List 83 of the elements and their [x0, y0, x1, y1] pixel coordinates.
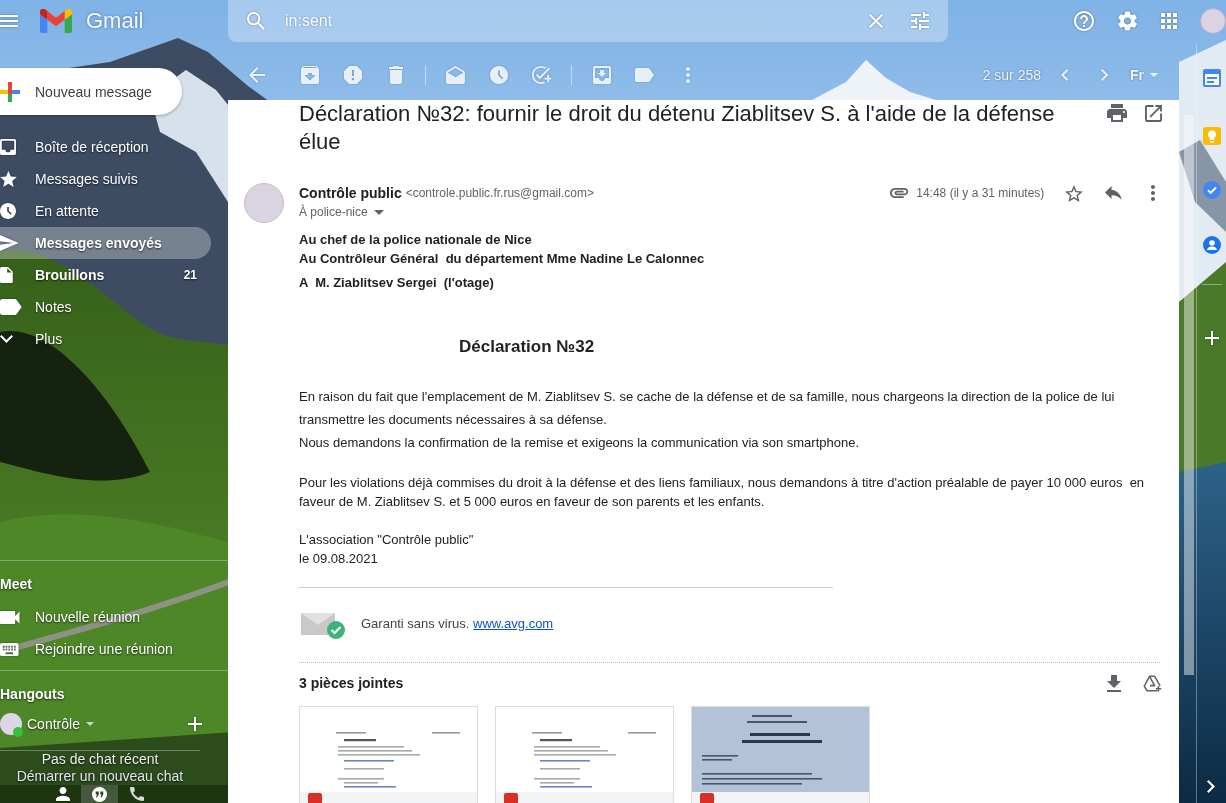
email-subject: Déclaration №32: fournir le droit du détenu Ziablitsev S. à l'aide de la défense élue	[299, 100, 1056, 156]
chevron-left-icon[interactable]	[1061, 69, 1069, 81]
envelope-icon[interactable]	[446, 66, 465, 84]
recipient-dropdown[interactable]: À police-nice	[299, 205, 384, 219]
clock-icon	[0, 203, 16, 219]
file-type-icon	[700, 793, 714, 803]
paragraph-text: En raison du fait que l'emplacement de M. Ziablitsev S. se cache de la défense et de sa famille, nous chargeons la direction de la police de lui transmettre les documents nécessaires à sa défense.	[299, 388, 1116, 429]
scrollbar[interactable]	[1184, 115, 1194, 675]
virus-notice: Garanti sans virus. www.avg.com	[361, 615, 554, 631]
keyboard-icon	[0, 642, 19, 656]
nav-item[interactable]: Messages envoyés	[0, 227, 211, 259]
plus-icon[interactable]	[1204, 331, 1219, 345]
printer-icon[interactable]	[1107, 104, 1127, 122]
chat-tab[interactable]	[81, 785, 118, 803]
paragraph-text: Pour les violations déjà commises du droit à la défense et des liens familiaux, nous demandons à titre d'action préalable de payer 10 000 euros en faveur de M. Ziablitsev S. et 5 000 euros en faveur de son parents et les enfants.	[299, 474, 1146, 511]
gmail-logo-icon[interactable]	[40, 9, 72, 33]
person-circle-icon[interactable]	[1202, 236, 1221, 254]
menu-icon[interactable]	[0, 15, 18, 27]
section-title: Meet	[0, 575, 32, 594]
unread-count: 21	[183, 268, 197, 282]
check-plus-icon[interactable]	[531, 66, 552, 84]
plus-icon[interactable]	[188, 717, 202, 731]
compose-button[interactable]: Nouveau message	[0, 68, 182, 115]
tag-icon	[0, 299, 22, 315]
check-circle-icon[interactable]	[1202, 181, 1221, 199]
clock-icon[interactable]	[489, 66, 508, 84]
archive-icon[interactable]	[300, 66, 319, 84]
warning-octagon-icon[interactable]	[343, 66, 362, 84]
apps-grid-icon[interactable]	[1161, 13, 1177, 29]
paragraph-text: le 09.08.2021	[299, 550, 378, 568]
message-time: 14:48 (il y a 31 minutes)	[916, 186, 1045, 200]
filter-sliders-icon[interactable]	[911, 12, 929, 30]
tray-arrow-icon[interactable]	[592, 66, 611, 84]
back-arrow-icon[interactable]	[248, 67, 265, 83]
chat-empty-text: Pas de chat récent	[41, 751, 159, 768]
avg-link[interactable]: www.avg.com	[473, 615, 554, 631]
nav-item[interactable]: Brouillons 21	[0, 259, 211, 291]
paragraph-text: L'association "Contrôle public"	[299, 531, 474, 549]
external-link-icon[interactable]	[1145, 104, 1162, 122]
nav-item[interactable]: En attente	[0, 195, 211, 227]
addressee-line: A M. Ziablitsev Sergei (l'otage)	[299, 274, 494, 292]
file-type-icon	[308, 793, 322, 803]
start-chat-link[interactable]: Démarrer un nouveau chat	[16, 768, 184, 785]
trash-icon[interactable]	[388, 66, 403, 84]
paragraph-text: Nous demandons la confirmation de la remise et exigeons la communication via son smartphone.	[299, 434, 859, 452]
tag-icon[interactable]	[635, 68, 654, 82]
addressee-line: Au chef de la police nationale de Nice	[299, 231, 532, 249]
caret-icon	[85, 722, 94, 726]
nav-item[interactable]: Boîte de réception	[0, 131, 211, 163]
sender-avatar	[244, 183, 284, 223]
sender-email: <controle.public.fr.rus@gmail.com>	[405, 186, 594, 200]
chevron-down-icon	[0, 335, 13, 343]
person-icon	[55, 787, 70, 801]
star-icon	[0, 171, 17, 187]
nav-item[interactable]: Notes	[0, 291, 211, 323]
inbox-icon	[0, 139, 16, 155]
reply-arrow-icon[interactable]	[1105, 186, 1122, 200]
search-icon[interactable]	[247, 12, 265, 30]
sender-name: Contrôle public	[299, 185, 402, 201]
more-icon[interactable]	[1151, 185, 1155, 201]
chevron-right-icon[interactable]	[1207, 780, 1216, 793]
meet-item[interactable]: Nouvelle réunion	[0, 601, 141, 633]
settings-icon[interactable]	[1118, 11, 1137, 31]
user-status-button[interactable]: Contrôle	[27, 716, 94, 732]
caret-icon	[1150, 73, 1158, 77]
close-icon[interactable]	[869, 14, 883, 28]
download-icon[interactable]	[1107, 674, 1121, 692]
nav-item[interactable]: Messages suivis	[0, 163, 211, 195]
star-icon[interactable]	[1065, 184, 1084, 202]
nav-item[interactable]: Plus	[0, 323, 211, 355]
letter-heading: Déclaration №32	[459, 335, 595, 358]
file-type-icon	[504, 793, 518, 803]
section-title: Hangouts	[0, 685, 65, 704]
pagination-text: 2 sur 258	[982, 67, 1041, 83]
addressee-line: Au Contrôleur Général du département Mme Nadine Le Calonnec	[299, 250, 705, 268]
help-icon[interactable]	[1074, 11, 1094, 31]
triangle-plus-icon[interactable]	[1143, 674, 1162, 692]
meet-item[interactable]: Rejoindre une réunion	[0, 633, 173, 665]
app-name: Gmail	[86, 8, 144, 34]
plus-icon	[0, 81, 20, 102]
attachments-title: 3 pièces jointes	[299, 675, 404, 691]
caret-icon	[373, 209, 384, 215]
phone-icon	[129, 787, 144, 801]
